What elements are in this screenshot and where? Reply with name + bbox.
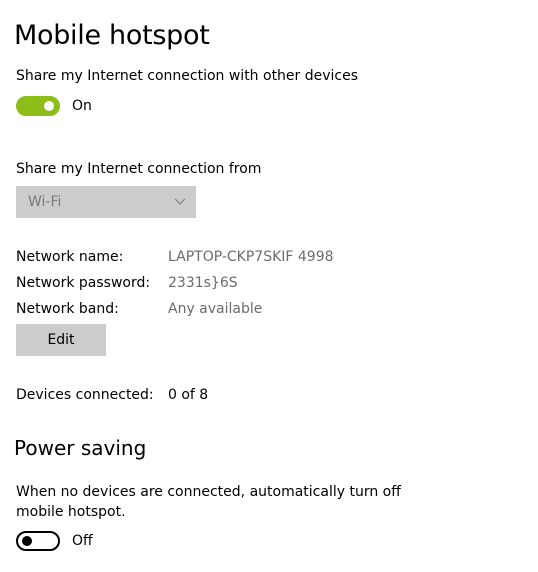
- network-band-value: Any available: [168, 301, 263, 317]
- chevron-down-icon: [174, 198, 186, 205]
- share-from-label: Share my Internet connection from: [16, 161, 262, 177]
- network-band-label: Network band:: [16, 301, 119, 317]
- power-saving-toggle[interactable]: [16, 531, 60, 551]
- share-from-dropdown[interactable]: Wi-Fi: [16, 186, 196, 218]
- power-saving-toggle-state: Off: [72, 533, 93, 549]
- network-name-label: Network name:: [16, 249, 124, 265]
- devices-connected-value: 0 of 8: [168, 387, 209, 403]
- power-saving-description: When no devices are connected, automatic…: [16, 484, 401, 520]
- edit-button[interactable]: Edit: [16, 324, 106, 356]
- share-from-selected: Wi-Fi: [28, 194, 62, 210]
- share-connection-label: Share my Internet connection with other …: [16, 68, 359, 84]
- toggle-knob: [44, 101, 54, 111]
- network-password-label: Network password:: [16, 275, 151, 291]
- network-password-value: 2331s}6S: [168, 275, 238, 291]
- page-title: Mobile hotspot: [14, 20, 210, 51]
- devices-connected-label: Devices connected:: [16, 387, 154, 403]
- share-connection-toggle[interactable]: [16, 96, 60, 116]
- network-name-value: LAPTOP-CKP7SKIF 4998: [168, 249, 334, 265]
- toggle-knob: [22, 536, 32, 546]
- share-connection-toggle-state: On: [72, 98, 92, 114]
- power-saving-title: Power saving: [14, 436, 147, 460]
